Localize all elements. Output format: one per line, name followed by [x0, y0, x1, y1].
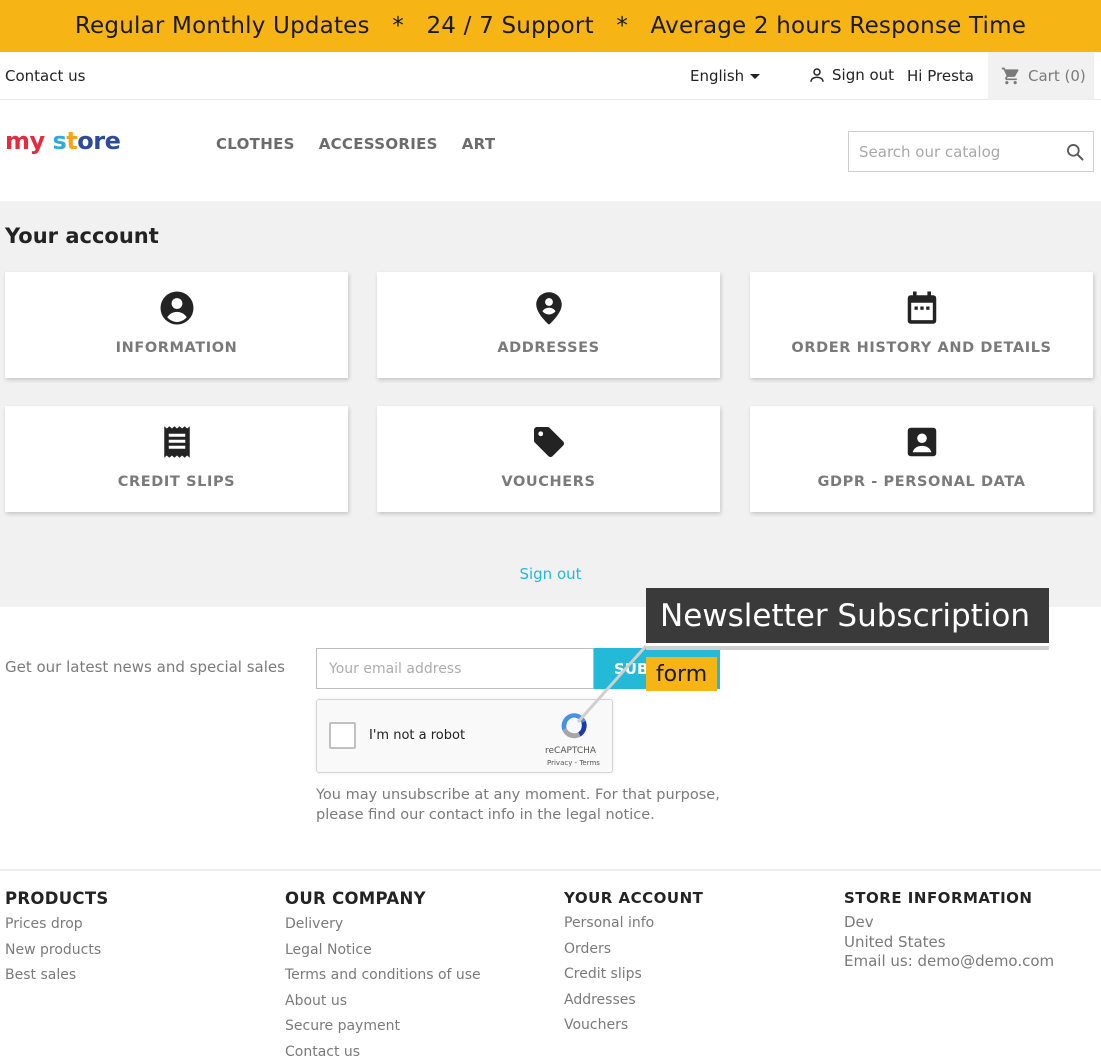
- footer-link[interactable]: Terms and conditions of use: [285, 967, 481, 993]
- logo-part: t: [66, 127, 78, 155]
- footer-link[interactable]: Legal Notice: [285, 942, 481, 968]
- site-header: my store CLOTHES ACCESSORIES ART: [0, 100, 1101, 201]
- menu-item-clothes[interactable]: CLOTHES: [216, 135, 295, 153]
- annotation-callout-tag: form: [646, 657, 717, 691]
- unsubscribe-note-line: please find our contact info in the lega…: [316, 807, 655, 823]
- account-box-icon: [907, 427, 936, 457]
- footer-store-info: STORE INFORMATION Dev United States Emai…: [844, 889, 1054, 972]
- user-greeting[interactable]: Hi Presta: [907, 67, 974, 85]
- tile-vouchers[interactable]: VOUCHERS: [377, 406, 720, 512]
- footer-link[interactable]: Secure payment: [285, 1018, 481, 1044]
- tile-order-history[interactable]: ORDER HISTORY AND DETAILS: [750, 272, 1093, 378]
- tile-addresses[interactable]: ADDRESSES: [377, 272, 720, 378]
- tile-gdpr[interactable]: GDPR - PERSONAL DATA: [750, 406, 1093, 512]
- footer-link[interactable]: Orders: [564, 941, 703, 967]
- store-info-line: United States: [844, 932, 946, 951]
- footer-link[interactable]: Vouchers: [564, 1017, 703, 1043]
- account-circle-icon: [160, 291, 193, 325]
- cart-label: Cart (0): [1028, 67, 1086, 85]
- footer-products: PRODUCTS Prices drop New products Best s…: [5, 889, 109, 993]
- promo-banner-text: Regular Monthly Updates * 24 / 7 Support…: [74, 13, 1027, 39]
- tile-label: CREDIT SLIPS: [117, 474, 236, 490]
- newsletter-email-input[interactable]: [316, 648, 594, 689]
- menu-item-art[interactable]: ART: [462, 135, 496, 153]
- footer-link[interactable]: Contact us: [285, 1044, 481, 1062]
- account-sign-out-link[interactable]: Sign out: [0, 565, 1101, 583]
- footer-heading: OUR COMPANY: [285, 889, 426, 908]
- recaptcha-icon: [561, 713, 587, 739]
- caret-down-icon: [750, 74, 761, 79]
- calendar-icon: [907, 291, 936, 324]
- recaptcha-brand: reCAPTCHA: [545, 746, 597, 756]
- search-icon[interactable]: [1065, 142, 1085, 162]
- sign-out-label: Sign out: [832, 66, 895, 84]
- footer-heading: STORE INFORMATION: [844, 889, 1033, 907]
- receipt-icon: [163, 426, 190, 458]
- unsubscribe-note-line: You may unsubscribe at any moment. For t…: [316, 787, 720, 803]
- footer-link[interactable]: Best sales: [5, 967, 109, 993]
- search-input[interactable]: [849, 132, 1049, 171]
- promo-banner: Regular Monthly Updates * 24 / 7 Support…: [0, 0, 1101, 52]
- logo-part: s: [44, 127, 67, 155]
- footer-link[interactable]: Personal info: [564, 915, 703, 941]
- contact-us-link[interactable]: Contact us: [5, 67, 85, 85]
- store-info-line: Dev: [844, 913, 874, 931]
- tile-label: ADDRESSES: [497, 340, 600, 356]
- unsubscribe-note: You may unsubscribe at any moment. For t…: [316, 785, 736, 825]
- footer-company: OUR COMPANY Delivery Legal Notice Terms …: [285, 889, 481, 1062]
- tile-information[interactable]: INFORMATION: [5, 272, 348, 378]
- annotation-callout-underline: [646, 646, 1049, 650]
- tile-label: INFORMATION: [115, 340, 238, 356]
- logo-part: my: [5, 127, 45, 155]
- account-section: Your account INFORMATION ADDRESSES ORDER…: [0, 201, 1101, 607]
- recaptcha-label: I'm not a robot: [369, 728, 466, 743]
- footer-link[interactable]: Prices drop: [5, 916, 109, 942]
- recaptcha-checkbox[interactable]: [329, 722, 356, 749]
- logo-part: ore: [77, 127, 121, 155]
- footer-link[interactable]: Credit slips: [564, 966, 703, 992]
- sign-out-link[interactable]: Sign out: [808, 66, 894, 84]
- cart-button[interactable]: Cart (0): [988, 52, 1094, 100]
- top-nav: Contact us English Sign out Hi Presta Ca…: [0, 52, 1101, 100]
- search-box: [848, 131, 1094, 172]
- user-icon: [810, 68, 824, 82]
- newsletter-lead: Get our latest news and special sales: [5, 658, 285, 676]
- footer-your-account: YOUR ACCOUNT Personal info Orders Credit…: [564, 889, 703, 1043]
- footer-heading: YOUR ACCOUNT: [564, 889, 704, 907]
- tile-label: GDPR - PERSONAL DATA: [817, 474, 1026, 490]
- tile-label: ORDER HISTORY AND DETAILS: [791, 340, 1052, 356]
- footer-link[interactable]: About us: [285, 993, 481, 1019]
- recaptcha-widget: I'm not a robot reCAPTCHA Privacy - Term…: [316, 699, 613, 773]
- language-selector[interactable]: English: [690, 67, 761, 85]
- tile-credit-slips[interactable]: CREDIT SLIPS: [5, 406, 348, 512]
- language-label: English: [690, 67, 745, 85]
- store-info-line[interactable]: Email us: demo@demo.com: [844, 952, 1054, 972]
- footer-link[interactable]: Delivery: [285, 916, 481, 942]
- footer-heading: PRODUCTS: [5, 889, 109, 908]
- recaptcha-terms-link[interactable]: Privacy - Terms: [547, 759, 600, 767]
- annotation-callout-title: Newsletter Subscription: [646, 588, 1049, 643]
- menu-item-accessories[interactable]: ACCESSORIES: [319, 135, 438, 153]
- page-title: Your account: [5, 224, 159, 248]
- location-pin-icon: [535, 292, 562, 325]
- footer-link[interactable]: Addresses: [564, 992, 703, 1018]
- footer-link[interactable]: New products: [5, 942, 109, 968]
- main-menu: CLOTHES ACCESSORIES ART: [216, 135, 495, 153]
- store-logo[interactable]: my store: [5, 127, 121, 155]
- site-footer: PRODUCTS Prices drop New products Best s…: [0, 869, 1101, 1062]
- cart-icon: [1001, 67, 1019, 85]
- tile-label: VOUCHERS: [501, 474, 596, 490]
- tag-icon: [533, 427, 564, 457]
